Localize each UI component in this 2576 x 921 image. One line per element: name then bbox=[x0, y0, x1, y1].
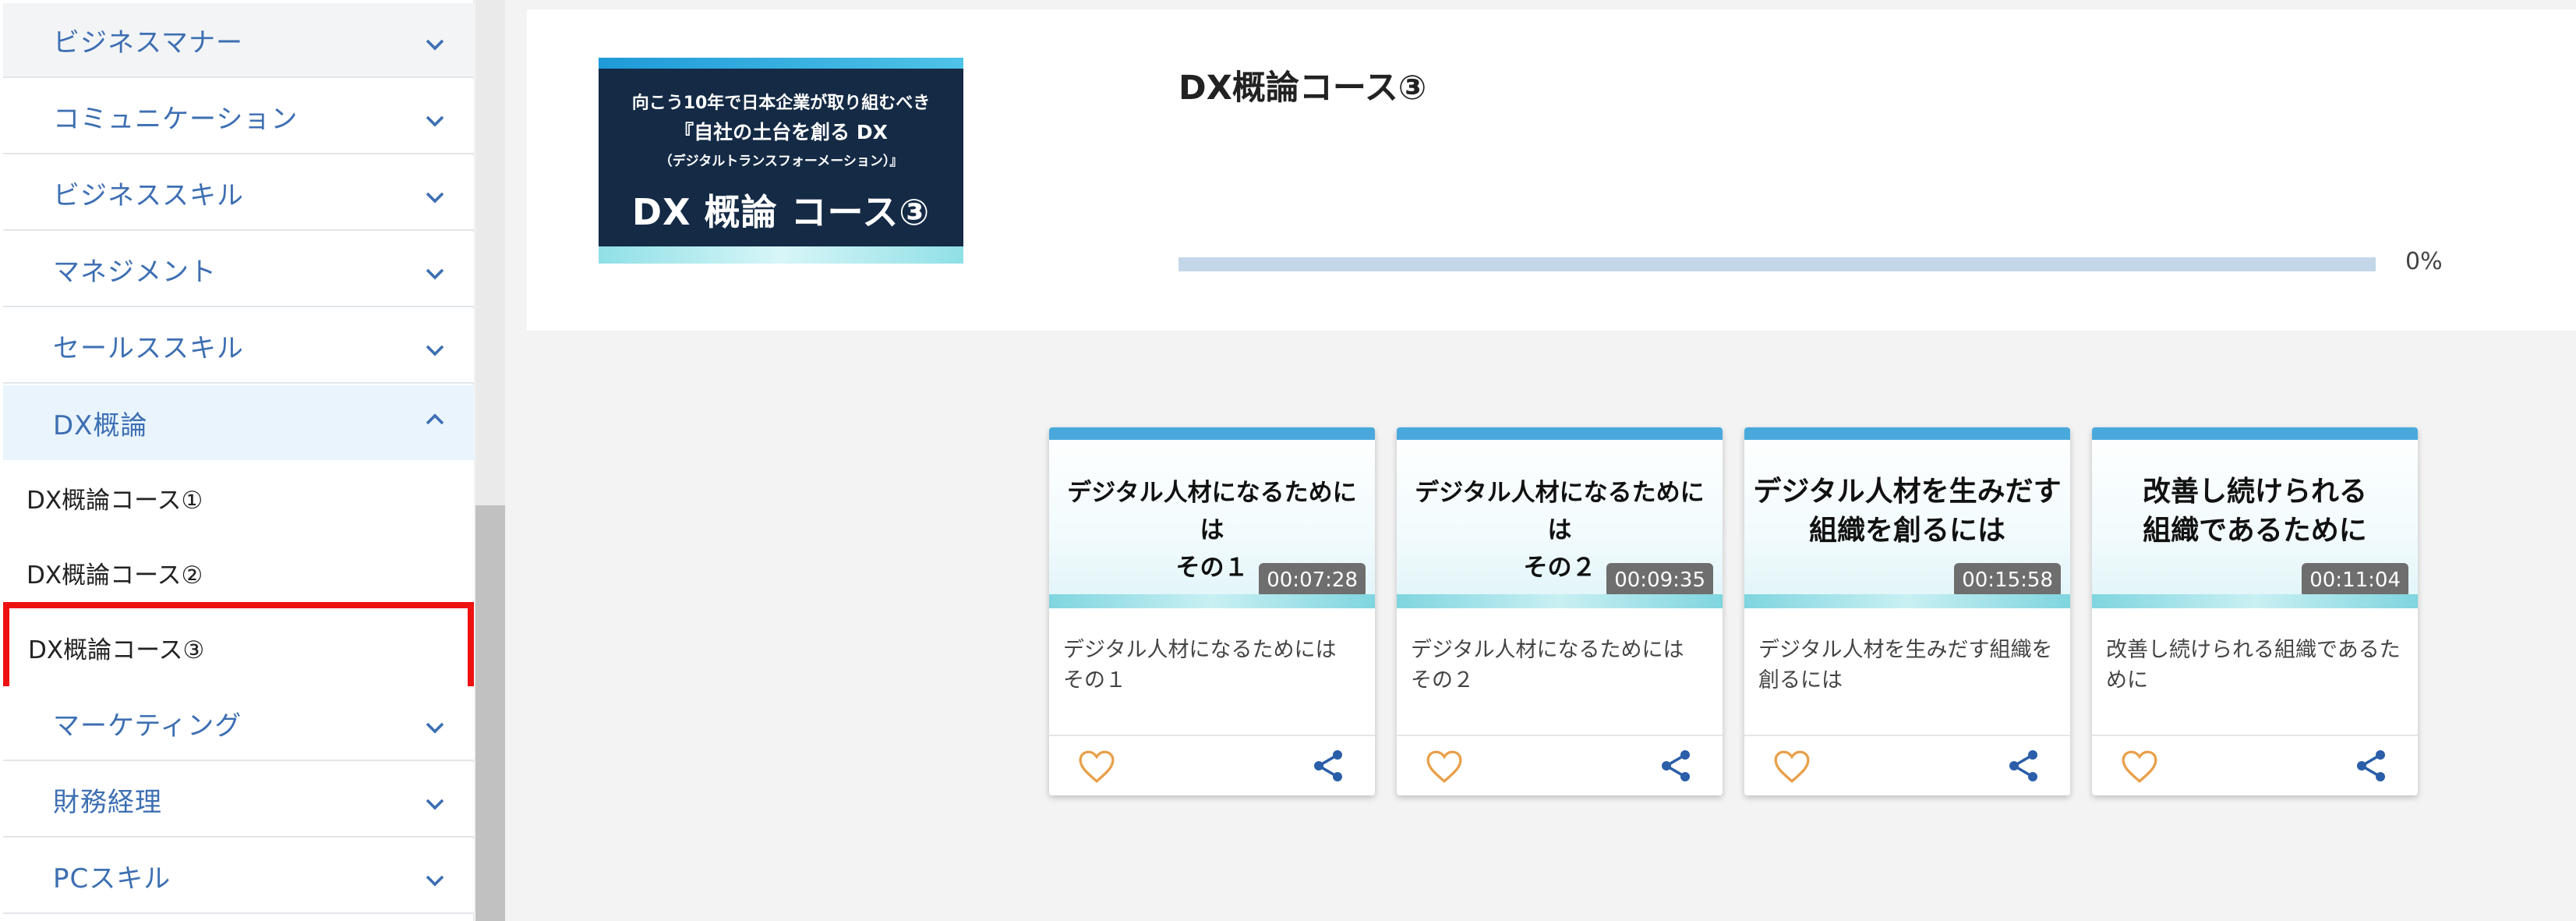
thumbnail-stripe bbox=[1397, 594, 1723, 608]
sidebar-item-communication[interactable]: コミュニケーション bbox=[3, 80, 474, 154]
page-title: DX概論コース③ bbox=[1178, 69, 1427, 108]
video-thumbnail[interactable]: デジタル人材になるためには その１ 00:07:28 bbox=[1049, 427, 1375, 608]
video-thumbnail[interactable]: デジタル人材になるためには その２ 00:09:35 bbox=[1397, 427, 1723, 608]
video-description: デジタル人材になるためには その２ bbox=[1411, 638, 1684, 693]
video-thumbnail[interactable]: デジタル人材を生みだす 組織を創るには 00:15:58 bbox=[1744, 427, 2070, 608]
chevron-down-icon bbox=[426, 268, 444, 280]
thumbnail-title-line: デジタル人材を生みだす bbox=[1753, 476, 2062, 508]
video-description: デジタル人材を生みだす組織を創るには bbox=[1758, 638, 2053, 693]
card-footer bbox=[1397, 735, 1723, 795]
sidebar-item-label: セールススキル bbox=[53, 332, 244, 364]
sidebar-item-management[interactable]: マネジメント bbox=[3, 232, 474, 307]
banner-title: DX 概論 コース③ bbox=[631, 191, 931, 233]
video-card[interactable]: 改善し続けられる 組織であるために 00:11:04 改善し続けられる組織である… bbox=[2092, 427, 2418, 795]
progress-percent: 0% bbox=[2405, 248, 2443, 275]
course-banner: 向こう10年で日本企業が取り組むべき 『自社の土台を創る DX （デジタルトラン… bbox=[599, 58, 963, 264]
sidebar-item-sales-skill[interactable]: セールススキル bbox=[3, 309, 474, 384]
chevron-down-icon bbox=[426, 192, 444, 204]
sidebar-item-label: ビジネススキル bbox=[53, 179, 244, 211]
sidebar-item-label: DX概論 bbox=[53, 409, 148, 441]
banner-text-line: 『自社の土台を創る DX bbox=[674, 121, 888, 143]
thumbnail-stripe bbox=[1744, 594, 2070, 608]
sidebar-item-finance-accounting[interactable]: 財務経理 bbox=[3, 763, 474, 838]
duration-badge: 00:09:35 bbox=[1606, 563, 1713, 597]
sidebar-subitem-label: DX概論コース② bbox=[27, 561, 203, 590]
sidebar-item-label: 財務経理 bbox=[53, 786, 162, 818]
card-footer bbox=[1744, 735, 2070, 795]
duration-badge: 00:07:28 bbox=[1259, 563, 1366, 597]
chevron-down-icon bbox=[426, 39, 444, 51]
chevron-down-icon bbox=[426, 722, 444, 734]
sidebar-item-business-skill[interactable]: ビジネススキル bbox=[3, 156, 474, 231]
video-description: デジタル人材になるためには その１ bbox=[1063, 638, 1337, 693]
share-icon[interactable] bbox=[1309, 747, 1347, 785]
chevron-down-icon bbox=[426, 345, 444, 356]
thumbnail-stripe bbox=[2092, 594, 2418, 608]
card-footer bbox=[2092, 735, 2418, 795]
video-description: 改善し続けられる組織であるために bbox=[2106, 638, 2401, 693]
thumbnail-title-line: 組織を創るには bbox=[1808, 515, 2005, 547]
sidebar-subitem-dx-course-1[interactable]: DX概論コース① bbox=[3, 460, 474, 535]
thumbnail-stripe bbox=[1049, 594, 1375, 608]
sidebar-subitem-label: DX概論コース① bbox=[27, 486, 203, 515]
video-card[interactable]: デジタル人材になるためには その１ 00:07:28 デジタル人材になるためには… bbox=[1049, 427, 1375, 795]
sidebar-subitem-dx-course-3[interactable]: DX概論コース③ bbox=[3, 602, 474, 693]
duration-badge: 00:11:04 bbox=[2302, 563, 2408, 597]
heart-icon[interactable] bbox=[2120, 749, 2159, 785]
sidebar-scrollbar-thumb[interactable] bbox=[475, 505, 505, 921]
thumbnail-stripe bbox=[2092, 427, 2418, 440]
sidebar-item-marketing[interactable]: マーケティング bbox=[3, 686, 474, 761]
sidebar-item-label: PCスキル bbox=[53, 863, 171, 894]
heart-icon[interactable] bbox=[1425, 749, 1464, 785]
sidebar-item-label: ビジネスマナー bbox=[53, 27, 243, 58]
progress-bar bbox=[1178, 257, 2376, 271]
share-icon[interactable] bbox=[2005, 747, 2042, 785]
thumbnail-stripe bbox=[1049, 427, 1375, 440]
card-footer bbox=[1049, 735, 1375, 795]
chevron-up-icon bbox=[426, 413, 444, 425]
video-card[interactable]: デジタル人材を生みだす 組織を創るには 00:15:58 デジタル人材を生みだす… bbox=[1744, 427, 2070, 795]
thumbnail-stripe bbox=[1397, 427, 1723, 440]
duration-badge: 00:15:58 bbox=[1954, 563, 2061, 597]
sidebar-item-label: コミュニケーション bbox=[53, 103, 299, 135]
video-thumbnail[interactable]: 改善し続けられる 組織であるために 00:11:04 bbox=[2092, 427, 2418, 608]
sidebar-item-business-manner[interactable]: ビジネスマナー bbox=[3, 3, 474, 78]
thumbnail-title-line: 組織であるために bbox=[2143, 515, 2367, 547]
heart-icon[interactable] bbox=[1077, 749, 1116, 785]
chevron-down-icon bbox=[426, 799, 444, 810]
sidebar-item-label: マネジメント bbox=[53, 256, 217, 288]
banner-stripe bbox=[599, 58, 963, 69]
banner-text-line: 向こう10年で日本企業が取り組むべき bbox=[631, 94, 931, 113]
thumbnail-stripe bbox=[1744, 427, 2070, 440]
sidebar-item-pc-skill[interactable]: PCスキル bbox=[3, 839, 474, 914]
course-header: 向こう10年で日本企業が取り組むべき 『自社の土台を創る DX （デジタルトラン… bbox=[527, 9, 2576, 331]
sidebar: ビジネスマナー コミュニケーション ビジネススキル マネジメント セールススキル… bbox=[0, 0, 474, 921]
video-card[interactable]: デジタル人材になるためには その２ 00:09:35 デジタル人材になるためには… bbox=[1397, 427, 1723, 795]
sidebar-subitem-dx-course-2[interactable]: DX概論コース② bbox=[3, 535, 474, 610]
sidebar-subitem-label: DX概論コース③ bbox=[28, 636, 205, 664]
thumbnail-title-line: デジタル人材になるためには bbox=[1067, 479, 1357, 544]
chevron-down-icon bbox=[426, 115, 444, 127]
chevron-down-icon bbox=[426, 875, 444, 887]
thumbnail-title-line: 改善し続けられる bbox=[2142, 476, 2367, 508]
thumbnail-title: 改善し続けられる 組織であるために bbox=[2100, 473, 2410, 551]
banner-stripe bbox=[599, 246, 963, 264]
banner-text-line: （デジタルトランスフォーメーション）』 bbox=[659, 154, 903, 169]
thumbnail-title: デジタル人材を生みだす 組織を創るには bbox=[1752, 473, 2062, 551]
sidebar-item-label: マーケティング bbox=[53, 710, 242, 742]
sidebar-item-dx-gairon[interactable]: DX概論 bbox=[3, 385, 474, 460]
heart-icon[interactable] bbox=[1772, 749, 1811, 785]
share-icon[interactable] bbox=[1657, 747, 1694, 785]
thumbnail-title-line: デジタル人材になるためには bbox=[1415, 479, 1705, 544]
share-icon[interactable] bbox=[2352, 747, 2390, 785]
